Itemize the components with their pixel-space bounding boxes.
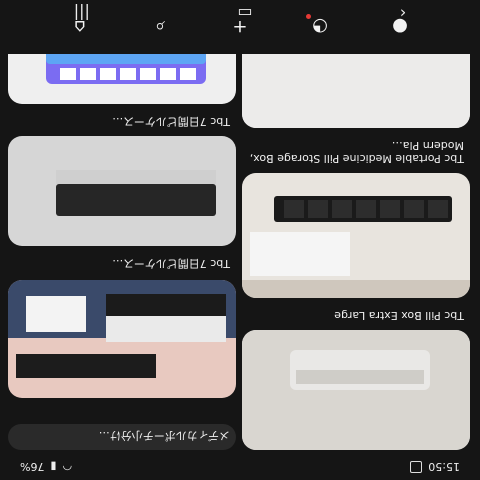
product-image bbox=[8, 280, 236, 398]
product-image bbox=[242, 173, 470, 298]
notification-icon bbox=[410, 461, 423, 473]
back-icon[interactable]: ‹ bbox=[400, 5, 406, 24]
product-card[interactable] bbox=[8, 280, 236, 398]
home-button-icon[interactable]: ▭ bbox=[237, 5, 252, 24]
app-screen: 15:50 ◠ ▮ 76% Tbc Pill Box Extra Large T… bbox=[0, 0, 480, 480]
status-time: 15:50 bbox=[428, 460, 460, 474]
product-image bbox=[8, 136, 236, 246]
product-title[interactable]: Tbc Pill Box Extra Large bbox=[246, 309, 464, 322]
product-card[interactable] bbox=[242, 173, 470, 298]
battery-level: 76% bbox=[20, 460, 45, 474]
product-card[interactable] bbox=[8, 136, 236, 246]
product-title[interactable]: Tbc 7日間ピルケース… bbox=[12, 115, 230, 128]
product-title[interactable]: Tbc 7日間ピルケース… bbox=[12, 257, 230, 270]
product-title[interactable]: Tbc Portable Medicine Pill Storage Box, … bbox=[246, 139, 464, 165]
product-image bbox=[242, 330, 470, 450]
product-title[interactable]: メディカルポーチ小分け… bbox=[12, 429, 230, 442]
signal-icon: ▮ bbox=[50, 460, 57, 474]
recent-apps-icon[interactable]: ||| bbox=[74, 5, 90, 24]
product-card[interactable] bbox=[242, 330, 470, 450]
system-navigation-bar: ‹ ▭ ||| bbox=[0, 0, 480, 28]
wifi-icon: ◠ bbox=[62, 460, 73, 474]
status-bar: 15:50 ◠ ▮ 76% bbox=[0, 454, 480, 480]
